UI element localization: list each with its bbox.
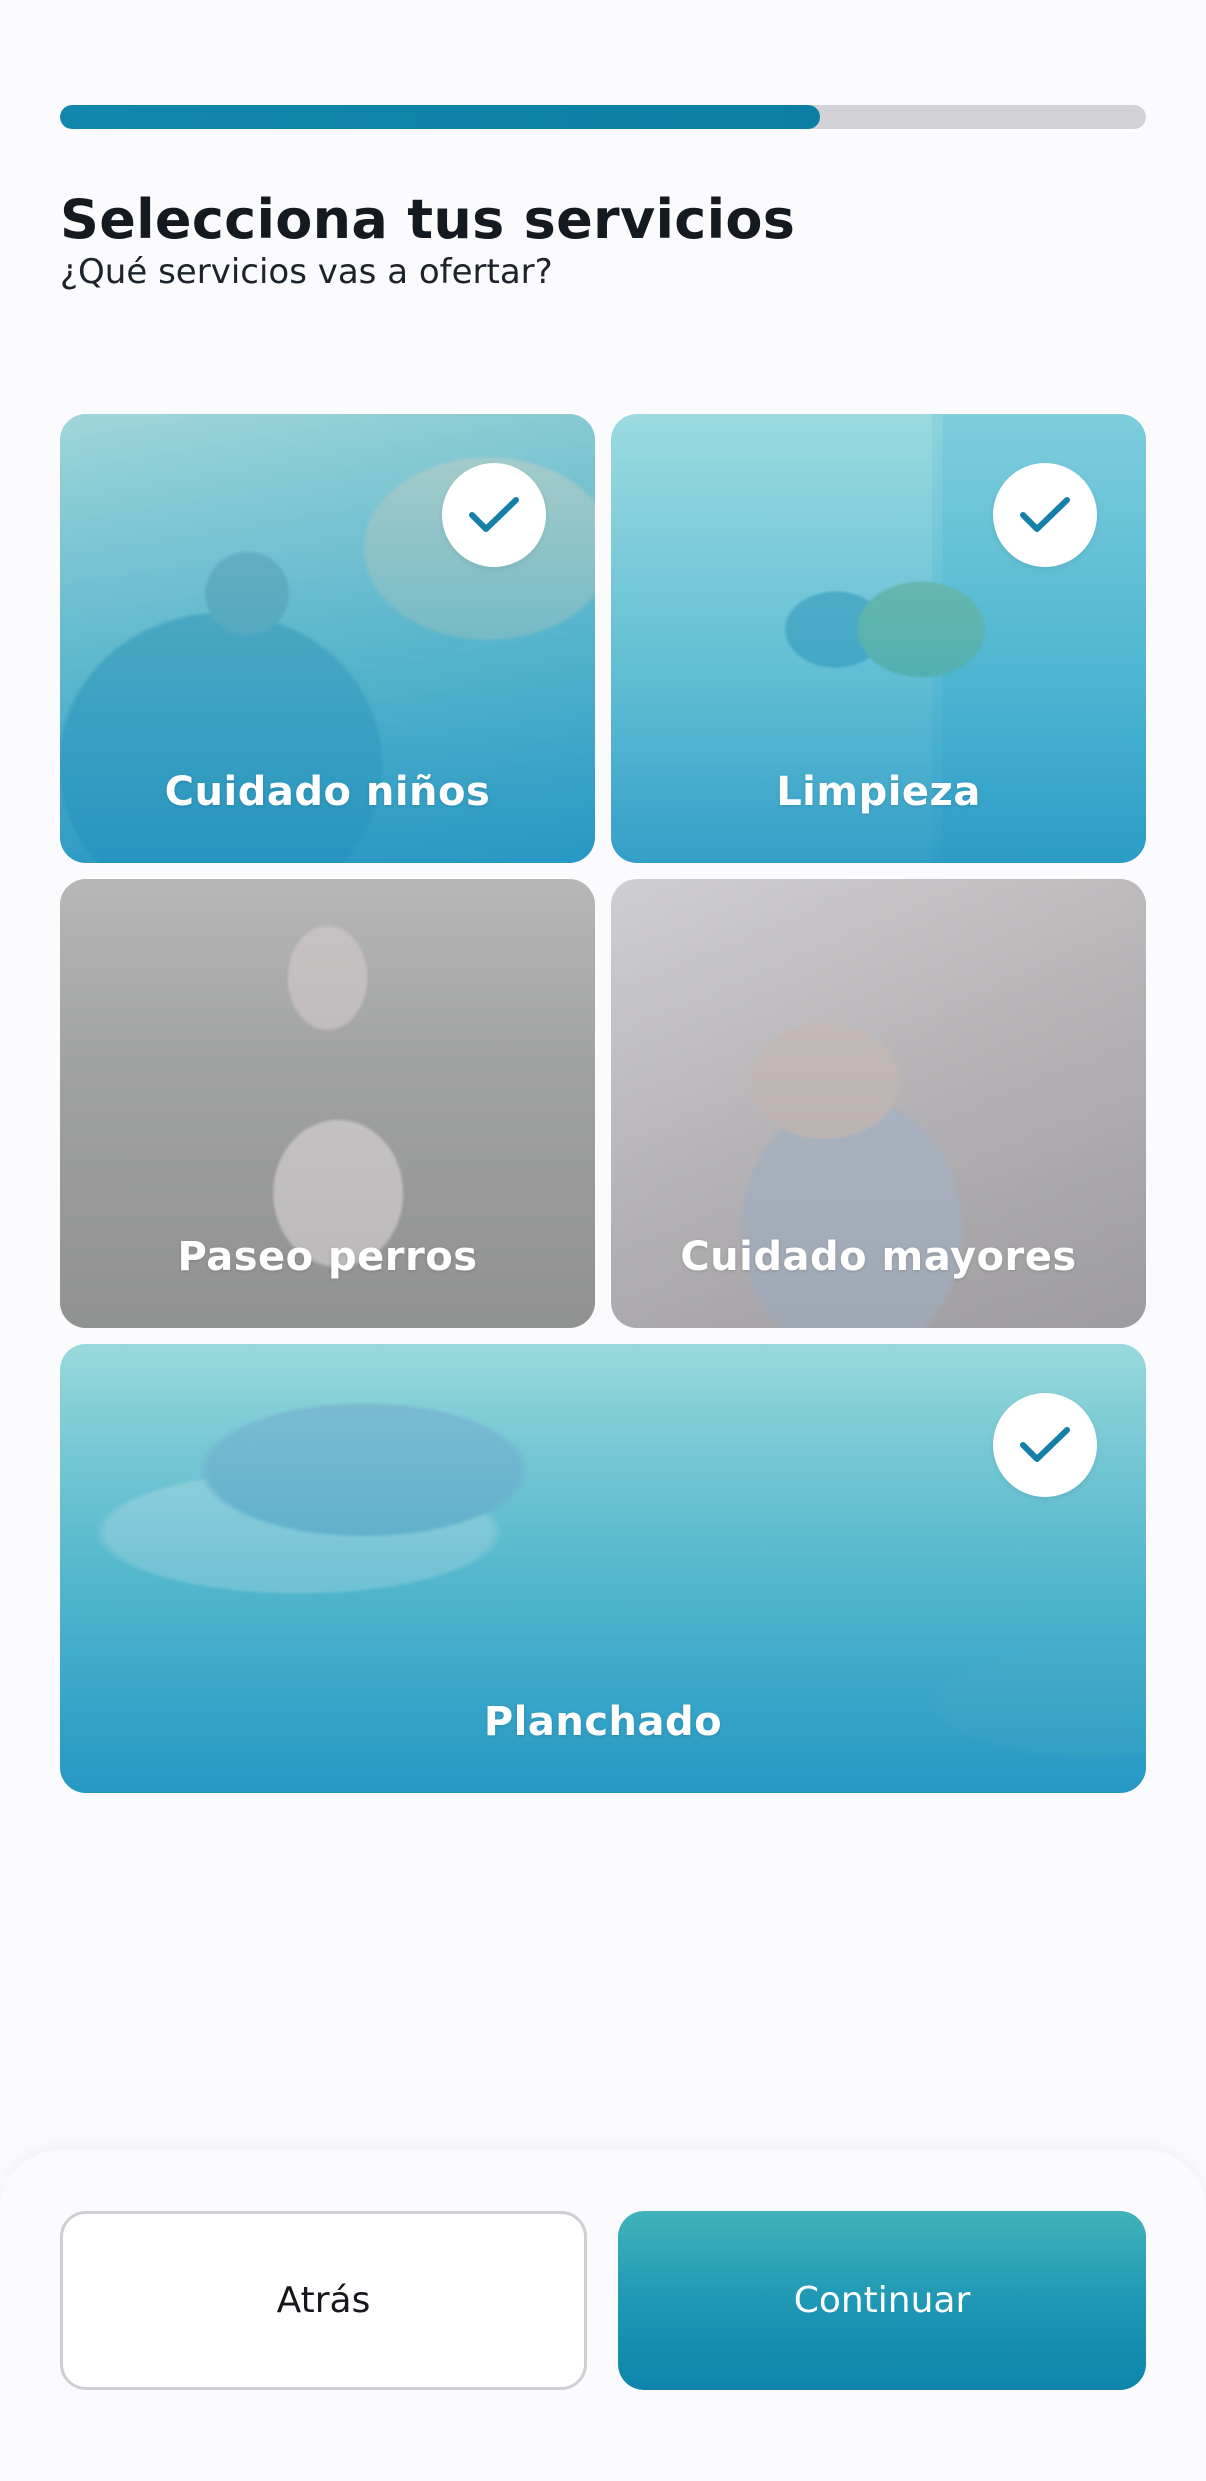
service-card-paseo-perros[interactable]: Paseo perros bbox=[60, 879, 595, 1328]
selected-check-badge bbox=[442, 463, 546, 567]
service-card-cuidado-mayores[interactable]: Cuidado mayores bbox=[611, 879, 1146, 1328]
back-button[interactable]: Atrás bbox=[60, 2211, 587, 2390]
check-icon bbox=[1020, 497, 1070, 532]
continue-button[interactable]: Continuar bbox=[618, 2211, 1146, 2390]
selected-check-badge bbox=[993, 1393, 1097, 1497]
check-icon bbox=[469, 497, 519, 532]
service-label: Limpieza bbox=[776, 769, 981, 815]
service-label: Planchado bbox=[483, 1699, 723, 1745]
service-label: Cuidado niños bbox=[164, 769, 491, 815]
check-icon bbox=[1020, 1427, 1070, 1462]
page-title: Selecciona tus servicios bbox=[60, 188, 796, 251]
page-subtitle: ¿Qué servicios vas a ofertar? bbox=[60, 252, 553, 292]
service-card-limpieza[interactable]: Limpieza bbox=[611, 414, 1146, 863]
service-card-cuidado-ninos[interactable]: Cuidado niños bbox=[60, 414, 595, 863]
service-label: Cuidado mayores bbox=[680, 1234, 1077, 1280]
progress-bar bbox=[60, 105, 1146, 129]
selected-check-badge bbox=[993, 463, 1097, 567]
service-label: Paseo perros bbox=[177, 1234, 478, 1280]
service-card-planchado[interactable]: Planchado bbox=[60, 1344, 1146, 1793]
progress-fill bbox=[60, 105, 821, 129]
